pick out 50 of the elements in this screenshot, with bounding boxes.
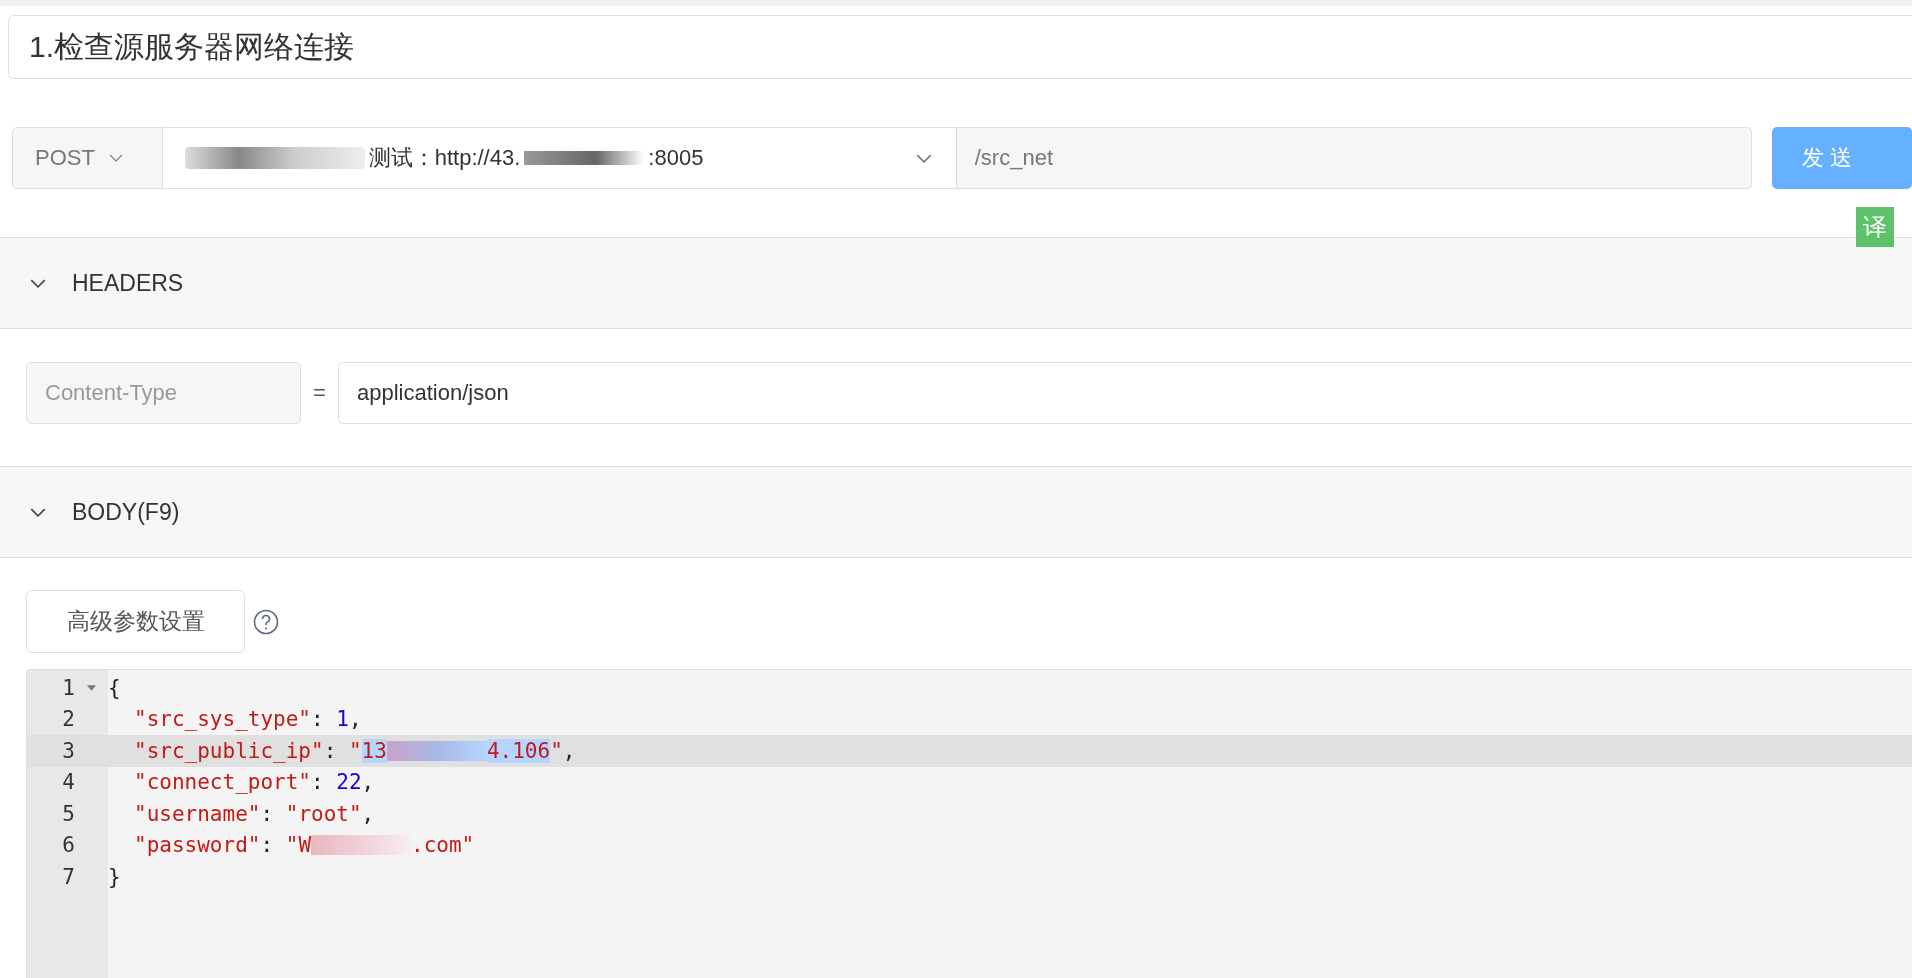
code-string: "connect_port" xyxy=(134,770,311,795)
header-value-field[interactable]: application/json xyxy=(338,362,1912,424)
advanced-settings-button[interactable]: 高级参数设置 xyxy=(26,590,245,653)
code-string: "src_public_ip" xyxy=(134,738,324,763)
line-number: 2 xyxy=(61,707,75,732)
code-string: "root" xyxy=(285,801,362,826)
code-punctuation: , xyxy=(361,770,375,795)
section-title: HEADERS xyxy=(72,269,184,297)
selected-text: 13 xyxy=(361,738,387,763)
code-string: "username" xyxy=(134,801,261,826)
line-number: 1 xyxy=(61,675,75,700)
line-number: 6 xyxy=(61,833,75,858)
code-string: "password" xyxy=(134,833,261,858)
section-header[interactable]: BODY(F9) xyxy=(0,466,1912,558)
line-number: 5 xyxy=(61,801,75,826)
line-number: 4 xyxy=(61,770,75,795)
code-punctuation: : xyxy=(311,707,325,732)
code-punctuation: : xyxy=(311,770,325,795)
help-icon[interactable] xyxy=(253,608,279,635)
title-field[interactable]: 1.检查源服务器网络连接 xyxy=(8,15,1912,79)
code-punctuation: : xyxy=(260,801,275,826)
code-string: " xyxy=(348,738,362,763)
code-punctuation: , xyxy=(361,801,375,826)
code-punctuation: : xyxy=(323,738,338,763)
line-number: 7 xyxy=(61,864,75,889)
code-string: " xyxy=(550,738,563,763)
equals-sign: = xyxy=(312,380,327,406)
selected-text: 4.106 xyxy=(486,738,551,763)
section-title: BODY(F9) xyxy=(72,498,180,526)
chevron-down-icon xyxy=(30,278,46,288)
code-punctuation: } xyxy=(108,864,121,889)
code-string: "src_sys_type" xyxy=(134,707,311,732)
fold-caret-icon[interactable] xyxy=(87,684,96,691)
chevron-down-icon xyxy=(108,154,123,162)
chevron-down-icon xyxy=(915,154,932,163)
method-select[interactable]: POST xyxy=(12,127,163,189)
path-field[interactable]: /src_net xyxy=(956,127,1752,189)
code-punctuation: { xyxy=(108,675,121,700)
code-number: 22 xyxy=(336,770,362,795)
server-select[interactable]: 测试：http://43. :8005 xyxy=(162,127,957,189)
code-punctuation: : xyxy=(260,833,275,858)
section-header[interactable]: HEADERS xyxy=(0,237,1912,329)
code-string: "W xyxy=(285,833,312,858)
line-number: 3 xyxy=(61,738,75,763)
code-editor[interactable]: 1 { 2 "src_sys_type": 1, 3 "src_public_ip": "13 4.106", 4 "connect_port": 22, 5 "username": "root", 6 "password": "W .com" 7 } xyxy=(26,669,1912,978)
chevron-down-icon xyxy=(30,507,46,517)
code-punctuation: , xyxy=(562,738,576,763)
code-string: .com" xyxy=(411,833,475,858)
code-punctuation: , xyxy=(348,707,362,732)
code-number: 1 xyxy=(336,707,349,732)
